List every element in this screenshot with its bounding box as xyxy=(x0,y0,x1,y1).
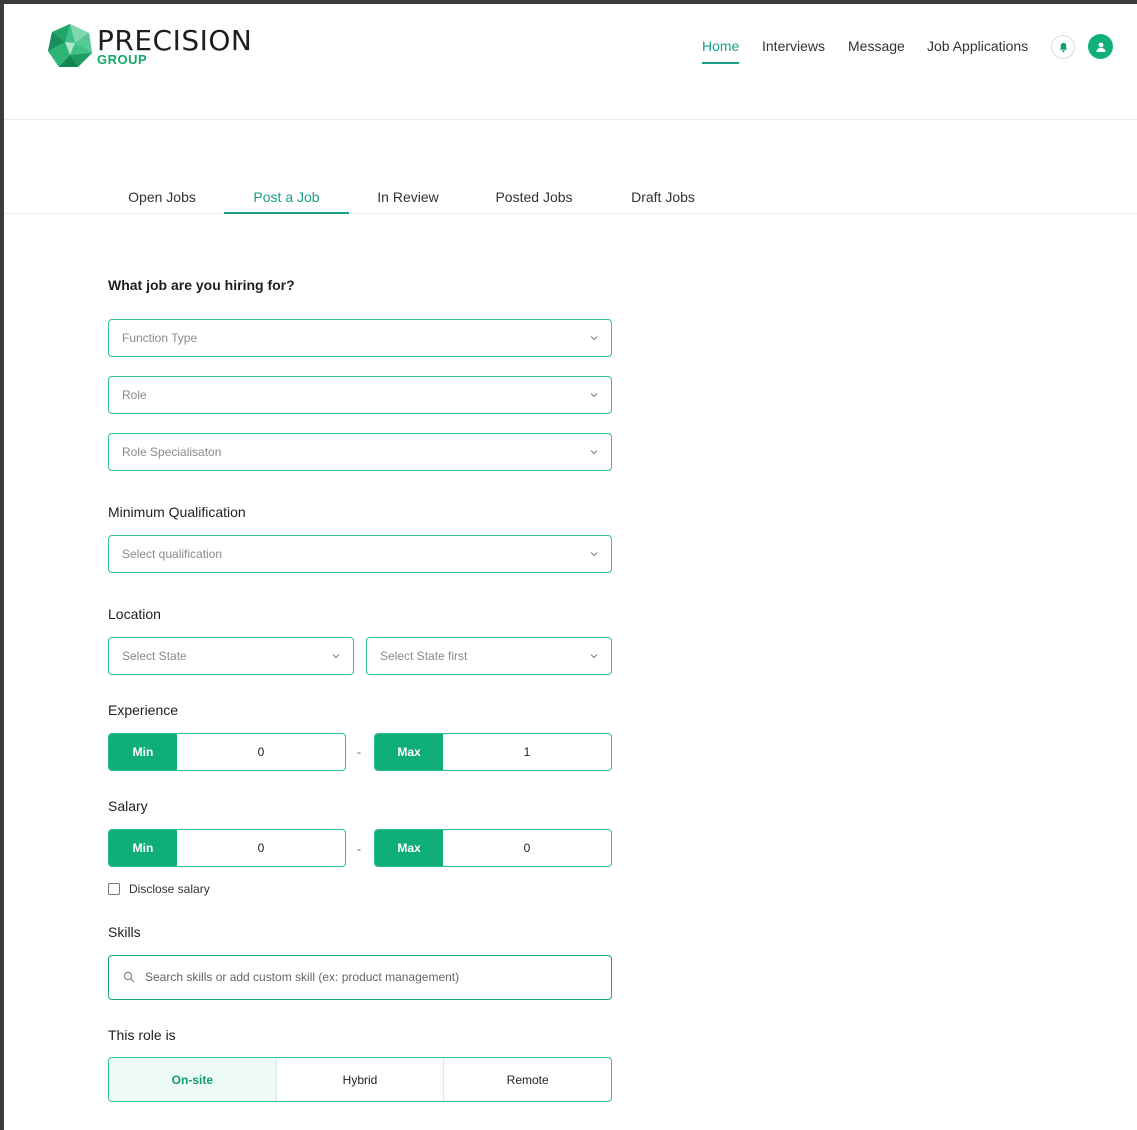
brand-name: PRECISION xyxy=(97,24,253,57)
experience-min-value[interactable]: 0 xyxy=(177,734,345,770)
experience-max-field[interactable]: Max 1 xyxy=(374,733,612,771)
chevron-down-icon xyxy=(590,393,598,398)
header: PRECISION GROUP Home Interviews Message … xyxy=(4,4,1137,120)
role-option-on-site[interactable]: On-site xyxy=(109,1058,277,1101)
experience-max-value[interactable]: 1 xyxy=(443,734,611,770)
role-specialisation-select[interactable]: Role Specialisaton xyxy=(108,433,612,471)
chevron-down-icon xyxy=(590,552,598,557)
user-avatar-button[interactable] xyxy=(1088,34,1113,59)
tab-posted-jobs[interactable]: Posted Jobs xyxy=(482,180,586,214)
tab-in-review[interactable]: In Review xyxy=(356,180,460,214)
chevron-down-icon xyxy=(332,654,340,659)
chevron-down-icon xyxy=(590,654,598,659)
tab-draft-jobs[interactable]: Draft Jobs xyxy=(611,180,715,214)
qualification-title: Minimum Qualification xyxy=(108,504,246,520)
search-icon xyxy=(123,971,135,983)
hiring-title: What job are you hiring for? xyxy=(108,277,295,293)
role-select[interactable]: Role xyxy=(108,376,612,414)
function-type-select[interactable]: Function Type xyxy=(108,319,612,357)
nav-interviews[interactable]: Interviews xyxy=(762,38,825,64)
qualification-select[interactable]: Select qualification xyxy=(108,535,612,573)
range-separator: - xyxy=(357,745,361,759)
salary-min-field[interactable]: Min 0 xyxy=(108,829,346,867)
state-select[interactable]: Select State xyxy=(108,637,354,675)
skills-search-input[interactable] xyxy=(145,966,585,988)
salary-min-value[interactable]: 0 xyxy=(177,830,345,866)
nav-home[interactable]: Home xyxy=(702,38,740,64)
location-title: Location xyxy=(108,606,161,622)
notifications-button[interactable] xyxy=(1051,35,1075,59)
tab-post-a-job[interactable]: Post a Job xyxy=(224,180,349,214)
precision-logo-icon xyxy=(48,24,92,67)
experience-title: Experience xyxy=(108,702,179,718)
brand-logo[interactable]: PRECISION GROUP xyxy=(47,23,252,69)
city-select[interactable]: Select State first xyxy=(366,637,612,675)
skills-search-box[interactable] xyxy=(108,955,612,1000)
role-type-selector: On-site Hybrid Remote xyxy=(108,1057,612,1102)
nav-job-applications[interactable]: Job Applications xyxy=(927,38,1028,64)
page: PRECISION GROUP Home Interviews Message … xyxy=(4,4,1137,1130)
experience-min-field[interactable]: Min 0 xyxy=(108,733,346,771)
bell-icon xyxy=(1059,42,1067,52)
salary-title: Salary xyxy=(108,798,148,814)
role-option-remote[interactable]: Remote xyxy=(444,1058,611,1101)
role-option-hybrid[interactable]: Hybrid xyxy=(277,1058,445,1101)
range-separator: - xyxy=(357,842,361,856)
disclose-salary-label: Disclose salary xyxy=(129,882,210,896)
salary-max-value[interactable]: 0 xyxy=(443,830,611,866)
disclose-salary-checkbox[interactable] xyxy=(108,883,120,895)
role-is-title: This role is xyxy=(108,1027,176,1043)
chevron-down-icon xyxy=(590,336,598,341)
user-icon xyxy=(1096,42,1105,52)
disclose-salary-row[interactable]: Disclose salary xyxy=(108,882,210,896)
job-tabs: Open Jobs Post a Job In Review Posted Jo… xyxy=(4,120,1137,214)
nav-message[interactable]: Message xyxy=(848,38,905,64)
tab-open-jobs[interactable]: Open Jobs xyxy=(110,180,214,214)
chevron-down-icon xyxy=(590,450,598,455)
salary-max-field[interactable]: Max 0 xyxy=(374,829,612,867)
skills-title: Skills xyxy=(108,924,141,940)
